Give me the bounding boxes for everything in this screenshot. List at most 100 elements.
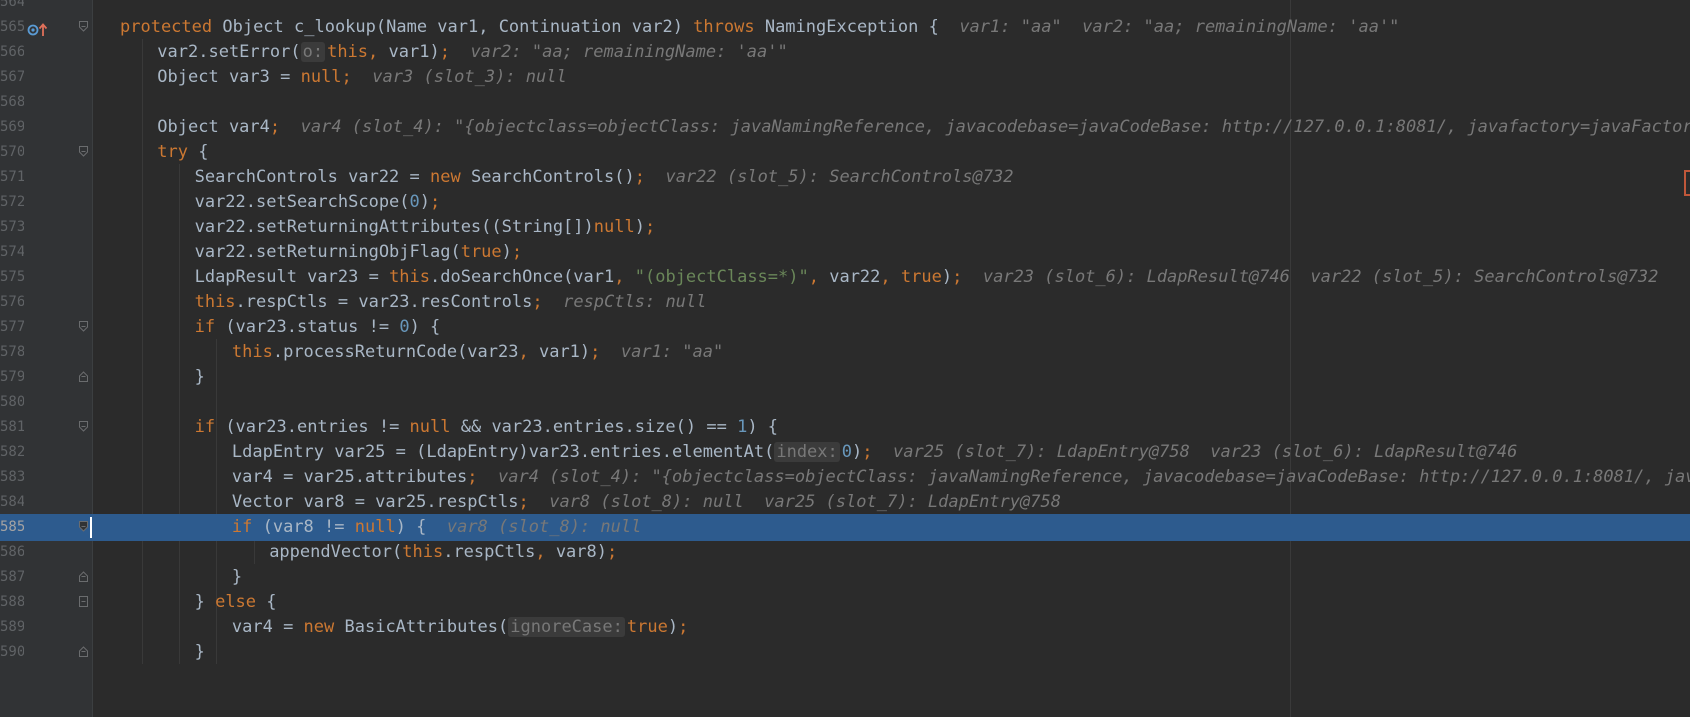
inline-debug-value: var4 (slot_4): "{objectclass=objectClass… (498, 467, 1690, 487)
code-text[interactable]: var22.setSearchScope(0); (195, 189, 441, 216)
code-line[interactable]: 589 var4 = new BasicAttributes(ignoreCase… (0, 614, 1690, 641)
line-number[interactable]: 571 (0, 164, 24, 191)
code-text[interactable]: appendVector(this.respCtls, var8); (269, 539, 617, 566)
line-number[interactable]: 580 (0, 389, 24, 416)
code-line[interactable]: 586 appendVector(this.respCtls, var8); (0, 539, 1690, 566)
line-number[interactable]: 569 (0, 114, 24, 141)
code-line[interactable]: 581 if (var23.entries != null && var23.en… (0, 414, 1690, 441)
code-text[interactable]: } else { (195, 589, 277, 616)
fold-marker-icon[interactable] (79, 421, 88, 432)
code-line[interactable]: 567 Object var3 = null; var3 (slot_3): nu… (0, 64, 1690, 91)
line-number[interactable]: 575 (0, 264, 24, 291)
line-number[interactable]: 583 (0, 464, 24, 491)
line-number[interactable]: 585 (0, 514, 24, 541)
code-text[interactable]: } (195, 639, 205, 666)
line-number[interactable]: 565 (0, 14, 24, 41)
line-number[interactable]: 582 (0, 439, 24, 466)
line-number[interactable]: 566 (0, 39, 24, 66)
code-text[interactable]: var4 = new BasicAttributes(ignoreCase: tr… (232, 614, 688, 641)
fold-marker-icon[interactable] (79, 596, 88, 607)
code-text[interactable]: var22.setReturningAttributes((String[])n… (195, 214, 656, 241)
inline-debug-value: var4 (slot_4): "{objectclass=objectClass… (300, 117, 1690, 137)
line-number[interactable]: 581 (0, 414, 24, 441)
line-number[interactable]: 577 (0, 314, 24, 341)
code-line[interactable]: 587} (0, 564, 1690, 591)
line-number[interactable]: 567 (0, 64, 24, 91)
code-line[interactable]: 580 (0, 389, 1690, 416)
code-token: ; (607, 542, 618, 562)
code-text[interactable]: var2.setError(o: this, var1); var2: "aa; … (157, 39, 788, 66)
code-line[interactable]: 579} (0, 364, 1690, 391)
code-line[interactable]: 578 this.processReturnCode(var23, var1); … (0, 339, 1690, 366)
line-number[interactable]: 586 (0, 539, 24, 566)
code-token: null (409, 417, 461, 437)
code-line[interactable]: 566 var2.setError(o: this, var1); var2: "a… (0, 39, 1690, 66)
line-number[interactable]: 570 (0, 139, 24, 166)
line-number[interactable]: 568 (0, 89, 24, 116)
code-text[interactable]: this.respCtls = var23.resControls; respC… (195, 289, 707, 316)
line-number[interactable]: 588 (0, 589, 24, 616)
code-text[interactable]: var22.setReturningObjFlag(true); (195, 239, 523, 266)
fold-marker-icon[interactable] (79, 21, 88, 32)
code-text[interactable]: try { (157, 139, 208, 166)
code-token: this (389, 267, 431, 287)
line-number[interactable]: 589 (0, 614, 24, 641)
code-text[interactable]: Object var3 = null; var3 (slot_3): null (157, 64, 566, 91)
code-line[interactable]: 590} (0, 639, 1690, 666)
parameter-hint: ignoreCase: (508, 617, 625, 637)
fold-marker-icon[interactable] (79, 146, 88, 157)
code-text[interactable]: Vector var8 = var25.respCtls; var8 (slot… (232, 489, 1061, 516)
parameter-hint: o: (300, 42, 326, 62)
code-line[interactable]: 571 SearchControls var22 = new SearchCont… (0, 164, 1690, 191)
fold-marker-icon[interactable] (79, 321, 88, 332)
code-text[interactable]: SearchControls var22 = new SearchControl… (195, 164, 1014, 191)
code-line[interactable]: 588 } else { (0, 589, 1690, 616)
fold-marker-icon[interactable] (79, 371, 88, 382)
code-line[interactable]: 582 LdapEntry var25 = (LdapEntry)var23.en… (0, 439, 1690, 466)
code-text[interactable]: if (var23.entries != null && var23.entri… (195, 414, 778, 441)
code-token: true (460, 242, 502, 262)
scroll-marker[interactable] (1684, 170, 1690, 196)
line-number[interactable]: 576 (0, 289, 24, 316)
fold-marker-icon[interactable] (79, 571, 88, 582)
line-number[interactable]: 578 (0, 339, 24, 366)
code-token: ) (634, 217, 645, 237)
current-execution-line[interactable]: 585 if (var8 != null) { var8 (slot_8): nu… (0, 514, 1690, 541)
line-number[interactable]: 572 (0, 189, 24, 216)
code-line[interactable]: 574 var22.setReturningObjFlag(true); (0, 239, 1690, 266)
code-line[interactable]: 577 if (var23.status != 0) { (0, 314, 1690, 341)
override-arrow-icon[interactable] (27, 22, 51, 38)
fold-marker-icon[interactable] (79, 646, 88, 657)
code-text[interactable]: protected Object c_lookup(Name var1, Con… (120, 14, 1399, 41)
code-text[interactable]: LdapEntry var25 = (LdapEntry)var23.entri… (232, 439, 1517, 466)
code-text[interactable]: if (var8 != null) { var8 (slot_8): null (232, 514, 641, 541)
code-text[interactable]: } (232, 564, 242, 591)
code-line[interactable]: 575 LdapResult var23 = this.doSearchOnce(… (0, 264, 1690, 291)
code-line[interactable]: 569 Object var4; var4 (slot_4): "{objectc… (0, 114, 1690, 141)
line-number[interactable]: 574 (0, 239, 24, 266)
code-text[interactable]: Object var4; var4 (slot_4): "{objectclas… (157, 114, 1690, 141)
code-text[interactable]: var4 = var25.attributes; var4 (slot_4): … (232, 464, 1690, 491)
code-editor[interactable]: 564 565 protected Object c_lookup(Name var… (0, 0, 1690, 717)
code-text[interactable]: LdapResult var23 = this.doSearchOnce(var… (195, 264, 1659, 291)
code-text[interactable]: } (195, 364, 205, 391)
code-token: var1) (388, 42, 440, 62)
code-line[interactable]: 583 var4 = var25.attributes; var4 (slot_4… (0, 464, 1690, 491)
code-line[interactable]: 573 var22.setReturningAttributes((String[… (0, 214, 1690, 241)
line-number[interactable]: 584 (0, 489, 24, 516)
line-number[interactable]: 587 (0, 564, 24, 591)
fold-marker-icon[interactable] (79, 521, 88, 532)
code-line[interactable]: 584 Vector var8 = var25.respCtls; var8 (s… (0, 489, 1690, 516)
code-line[interactable]: 576 this.respCtls = var23.resControls; re… (0, 289, 1690, 316)
code-token: if (194, 417, 226, 437)
line-number[interactable]: 579 (0, 364, 24, 391)
code-token: ; (952, 267, 963, 287)
code-text[interactable]: this.processReturnCode(var23, var1); var… (232, 339, 723, 366)
code-line[interactable]: 572 var22.setSearchScope(0); (0, 189, 1690, 216)
code-text[interactable]: if (var23.status != 0) { (195, 314, 441, 341)
code-line[interactable]: 565 protected Object c_lookup(Name var1, … (0, 14, 1690, 41)
code-line[interactable]: 570 try { (0, 139, 1690, 166)
line-number[interactable]: 573 (0, 214, 24, 241)
line-number[interactable]: 590 (0, 639, 24, 666)
code-line[interactable]: 568 (0, 89, 1690, 116)
